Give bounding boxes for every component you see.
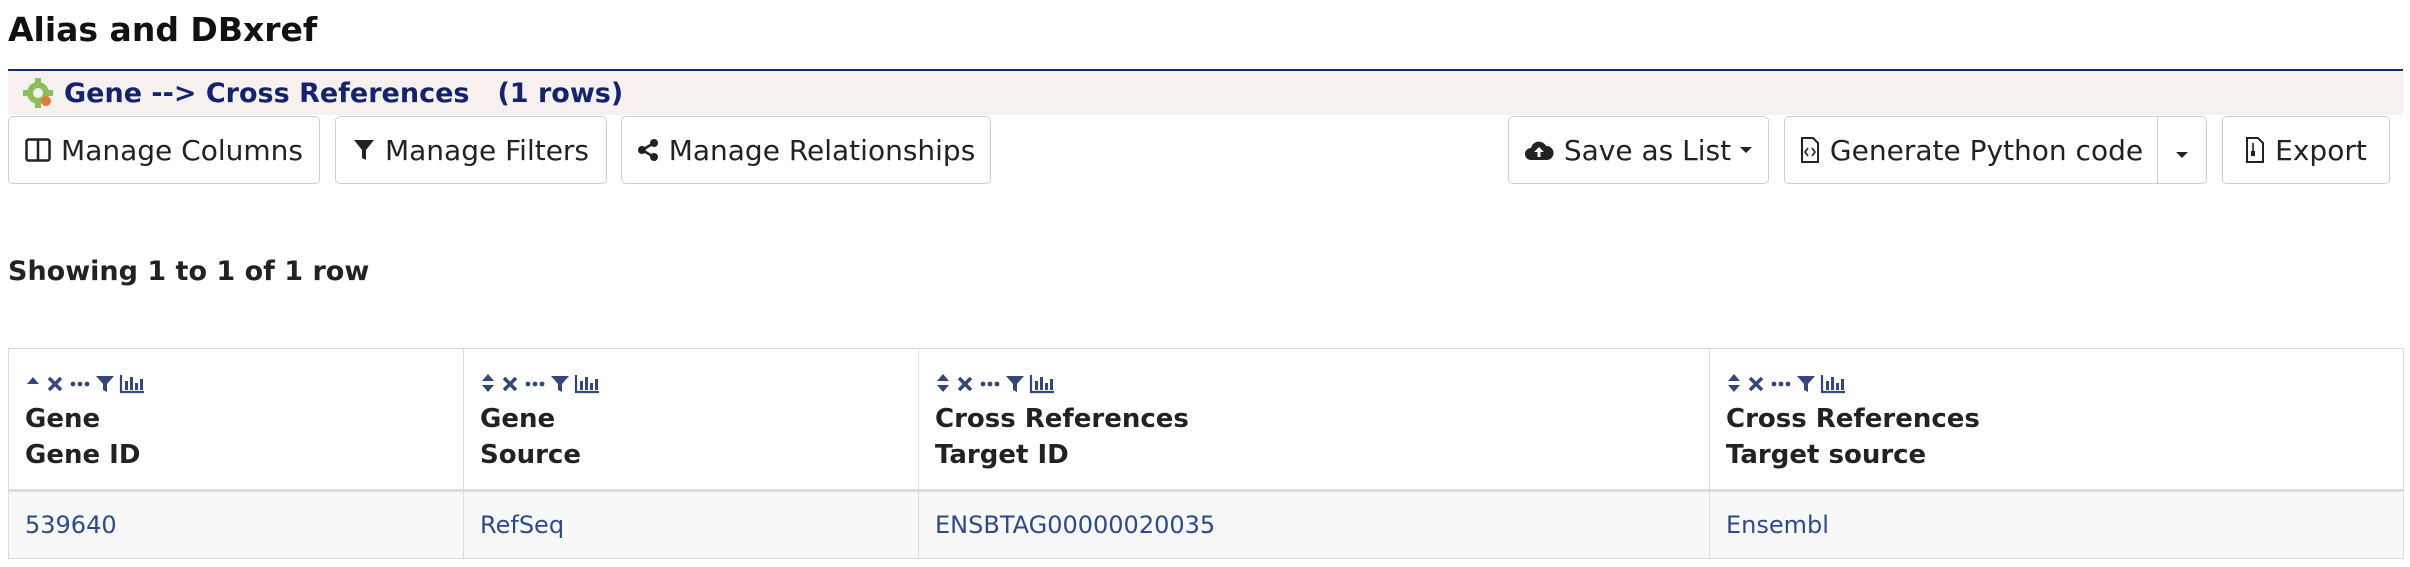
column-header-line1: Cross References bbox=[935, 404, 1189, 434]
table-header-row: Gene Gene ID Gene Source Cross Reference… bbox=[8, 348, 2404, 492]
query-row-count: (1 rows) bbox=[497, 77, 624, 109]
bar-chart-icon[interactable] bbox=[1820, 372, 1846, 394]
manage-relationships-label: Manage Relationships bbox=[668, 133, 976, 167]
column-header-line2: Target source bbox=[1726, 440, 1927, 470]
page-title: Alias and DBxref bbox=[8, 10, 318, 49]
target-source-link[interactable]: Ensembl bbox=[1726, 511, 1829, 539]
manage-filters-button[interactable]: Manage Filters bbox=[335, 116, 607, 184]
cell-target-id: ENSBTAG00000020035 bbox=[918, 490, 1710, 559]
remove-column-icon[interactable] bbox=[1746, 372, 1766, 394]
cell-gene-source: RefSeq bbox=[463, 490, 919, 559]
filter-icon[interactable] bbox=[1005, 372, 1025, 394]
gene-id-link[interactable]: 539640 bbox=[25, 511, 117, 539]
generate-python-label: Generate Python code bbox=[1829, 133, 2144, 167]
export-label: Export bbox=[2275, 133, 2367, 167]
sort-icon[interactable] bbox=[1726, 372, 1742, 394]
results-summary: Showing 1 to 1 of 1 row bbox=[8, 256, 370, 287]
code-file-icon bbox=[1800, 137, 1820, 163]
manage-relationships-button[interactable]: Manage Relationships bbox=[621, 116, 991, 184]
column-tools bbox=[1726, 369, 2387, 397]
save-as-list-button[interactable]: Save as List bbox=[1508, 116, 1769, 184]
target-id-link[interactable]: ENSBTAG00000020035 bbox=[935, 511, 1215, 539]
remove-column-icon[interactable] bbox=[955, 372, 975, 394]
generate-python-dropdown-toggle[interactable] bbox=[2157, 116, 2207, 184]
caret-down-icon bbox=[1739, 145, 1753, 155]
sort-icon[interactable] bbox=[935, 372, 951, 394]
column-header-target-id: Cross References Target ID bbox=[918, 348, 1710, 492]
query-header: Gene --> Cross References (1 rows) bbox=[8, 71, 2403, 115]
sort-icon[interactable] bbox=[480, 372, 496, 394]
query-path-label: Gene --> Cross References bbox=[64, 77, 470, 109]
ellipsis-icon[interactable] bbox=[524, 372, 546, 394]
export-button[interactable]: Export bbox=[2222, 116, 2390, 184]
filter-icon[interactable] bbox=[550, 372, 570, 394]
share-nodes-icon bbox=[637, 138, 659, 162]
column-header-line2: Target ID bbox=[935, 440, 1069, 470]
column-header-gene-source: Gene Source bbox=[463, 348, 919, 492]
filter-icon bbox=[353, 138, 375, 162]
remove-column-icon[interactable] bbox=[500, 372, 520, 394]
column-header-gene-id: Gene Gene ID bbox=[8, 348, 464, 492]
gene-source-link[interactable]: RefSeq bbox=[480, 511, 564, 539]
column-header-line1: Cross References bbox=[1726, 404, 1980, 434]
filter-icon[interactable] bbox=[95, 372, 115, 394]
column-header-line2: Source bbox=[480, 440, 581, 470]
gear-puzzle-icon bbox=[23, 78, 53, 108]
bar-chart-icon[interactable] bbox=[119, 372, 145, 394]
ellipsis-icon[interactable] bbox=[1770, 372, 1792, 394]
column-header-target-source: Cross References Target source bbox=[1709, 348, 2404, 492]
remove-column-icon[interactable] bbox=[45, 372, 65, 394]
manage-columns-label: Manage Columns bbox=[61, 133, 303, 167]
cell-gene-id: 539640 bbox=[8, 490, 464, 559]
results-table: Gene Gene ID Gene Source Cross Reference… bbox=[8, 348, 2404, 559]
bar-chart-icon[interactable] bbox=[1029, 372, 1055, 394]
save-as-list-label: Save as List bbox=[1563, 133, 1732, 167]
cell-target-source: Ensembl bbox=[1709, 490, 2404, 559]
generate-python-button[interactable]: Generate Python code bbox=[1784, 116, 2159, 184]
ellipsis-icon[interactable] bbox=[979, 372, 1001, 394]
sort-asc-icon[interactable] bbox=[25, 372, 41, 394]
column-tools bbox=[935, 369, 1693, 397]
filter-icon[interactable] bbox=[1796, 372, 1816, 394]
manage-filters-label: Manage Filters bbox=[384, 133, 590, 167]
column-header-line1: Gene bbox=[25, 404, 101, 434]
column-header-line2: Gene ID bbox=[25, 440, 141, 470]
manage-columns-button[interactable]: Manage Columns bbox=[8, 116, 320, 184]
column-tools bbox=[25, 369, 447, 397]
caret-down-icon bbox=[2175, 134, 2189, 167]
table-row: 539640 RefSeq ENSBTAG00000020035 Ensembl bbox=[8, 490, 2404, 559]
bar-chart-icon[interactable] bbox=[574, 372, 600, 394]
columns-icon bbox=[25, 138, 51, 162]
cloud-upload-icon bbox=[1524, 139, 1554, 161]
file-export-icon bbox=[2245, 137, 2265, 163]
ellipsis-icon[interactable] bbox=[69, 372, 91, 394]
column-header-line1: Gene bbox=[480, 404, 556, 434]
column-tools bbox=[480, 369, 902, 397]
